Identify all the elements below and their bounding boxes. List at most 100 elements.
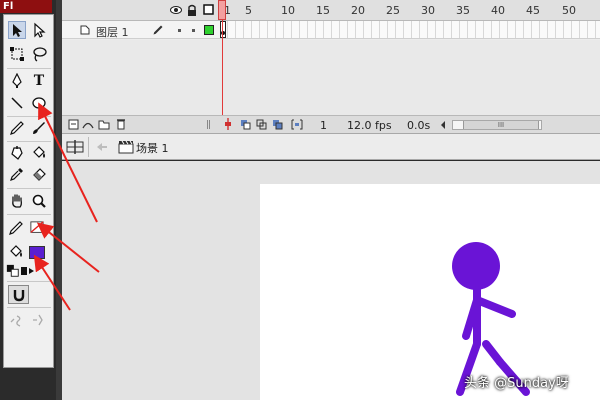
onion-skin-icon[interactable] <box>240 119 252 130</box>
frame-number: 25 <box>386 4 400 17</box>
fill-color-label <box>7 243 25 261</box>
frame-number: 30 <box>421 4 435 17</box>
scroll-left-icon[interactable] <box>440 121 446 129</box>
stage[interactable] <box>260 184 600 400</box>
layer-row[interactable]: 图层 1 <box>62 21 220 39</box>
timeline-empty-area[interactable] <box>62 40 600 115</box>
text-t-icon: T <box>33 73 45 89</box>
selection-tool[interactable] <box>8 21 26 39</box>
paint-bucket-tool[interactable] <box>30 144 48 162</box>
pencil-icon <box>9 221 23 235</box>
toolbox: T <box>3 14 54 368</box>
frame-number: 35 <box>456 4 470 17</box>
oval-icon <box>32 97 46 109</box>
edit-bar: 场景 1 <box>62 133 600 160</box>
swap-arrows-icon <box>21 267 34 275</box>
snap-to-objects-button[interactable] <box>8 285 29 304</box>
scrollbar-thumb[interactable]: III <box>463 121 539 129</box>
edit-multiple-frames-icon[interactable] <box>272 119 284 130</box>
fill-color-chip <box>29 245 45 259</box>
stroke-color-swatch[interactable] <box>27 219 47 237</box>
playhead[interactable] <box>218 0 226 20</box>
back-arrow-icon[interactable] <box>96 142 108 152</box>
current-frame: 1 <box>320 119 327 132</box>
figure-arm-right <box>473 296 516 318</box>
onion-outline-icon[interactable] <box>256 119 268 130</box>
arrow-cursor-icon <box>13 24 22 37</box>
stroke-color-label <box>7 219 25 237</box>
frame-number: 50 <box>562 4 576 17</box>
layer-page-icon <box>80 25 90 35</box>
hand-icon <box>12 194 22 208</box>
transform-icon <box>10 47 24 61</box>
straighten-icon <box>33 314 43 326</box>
divider <box>88 137 89 157</box>
motion-guide-icon[interactable] <box>82 119 94 130</box>
frame-rate[interactable]: 12.0 fps <box>347 119 392 132</box>
eraser-icon <box>33 168 46 181</box>
timeline-toggle-icon[interactable] <box>66 139 84 155</box>
oval-tool[interactable] <box>30 94 48 112</box>
lasso-tool[interactable] <box>30 45 48 63</box>
frame-number: 20 <box>351 4 365 17</box>
default-colors-button[interactable] <box>6 264 20 278</box>
pencil-tool[interactable] <box>8 119 26 137</box>
lasso-icon <box>33 47 47 62</box>
work-area[interactable] <box>62 161 600 400</box>
smooth-button[interactable] <box>7 311 27 329</box>
straighten-button[interactable] <box>29 311 49 329</box>
horizontal-scrollbar[interactable]: III <box>452 120 542 130</box>
brush-tool[interactable] <box>30 119 48 137</box>
frames-row[interactable] <box>220 21 600 39</box>
line-icon <box>11 97 23 109</box>
trash-icon[interactable] <box>116 118 126 130</box>
scene-name[interactable]: 场景 1 <box>136 140 169 156</box>
timeline-footer: 1 12.0 fps 0.0s III <box>62 115 600 133</box>
paint-bucket-icon <box>10 245 22 257</box>
hand-tool[interactable] <box>8 192 26 210</box>
frame-number: 5 <box>245 4 252 17</box>
no-color-swatch-icon <box>30 221 44 233</box>
magnet-icon <box>13 289 24 301</box>
watermark-text: 头条 @Sunday呀 <box>464 376 569 391</box>
scene-clapper-icon <box>118 140 134 154</box>
pen-tool[interactable] <box>8 72 26 90</box>
outline-square-icon[interactable] <box>203 4 214 15</box>
center-frame-icon[interactable] <box>224 118 232 130</box>
fill-color-swatch[interactable] <box>27 243 47 261</box>
pencil-icon <box>10 121 24 135</box>
text-tool[interactable]: T <box>30 72 48 90</box>
timeline-header: 1 5 10 15 20 25 30 35 40 45 50 <box>62 0 600 21</box>
magnifier-icon <box>32 194 46 208</box>
eraser-tool[interactable] <box>30 165 48 183</box>
bullet-dot <box>178 29 181 32</box>
ink-bottle-tool[interactable] <box>8 144 26 162</box>
eyedropper-tool[interactable] <box>8 165 26 183</box>
frame-number: 40 <box>491 4 505 17</box>
pencil-icon <box>153 25 163 35</box>
folder-icon[interactable] <box>98 119 110 130</box>
pen-nib-icon <box>12 73 22 88</box>
layer-name[interactable]: 图层 1 <box>96 24 129 40</box>
free-transform-tool[interactable] <box>8 45 26 63</box>
new-layer-icon[interactable] <box>68 119 79 130</box>
line-tool[interactable] <box>8 94 26 112</box>
subselection-tool[interactable] <box>30 21 48 39</box>
tools-panel: Fl T <box>0 0 56 400</box>
splitter-handle[interactable] <box>207 120 210 129</box>
modify-markers-icon[interactable] <box>291 119 303 130</box>
frame-number: 15 <box>316 4 330 17</box>
swap-colors-button[interactable] <box>20 264 36 278</box>
lock-icon[interactable] <box>187 4 197 16</box>
ink-bottle-icon <box>11 146 23 160</box>
paint-bucket-icon <box>33 146 45 158</box>
brush-icon <box>33 122 45 134</box>
keyframe-marker[interactable] <box>220 21 226 38</box>
zoom-tool[interactable] <box>30 192 48 210</box>
frame-number: 10 <box>281 4 295 17</box>
black-white-icon <box>6 264 19 277</box>
eye-icon[interactable] <box>170 5 182 15</box>
figure-head <box>452 242 500 290</box>
layer-color-square[interactable] <box>204 25 214 35</box>
timeline-panel: 1 5 10 15 20 25 30 35 40 45 50 图层 1 1 12… <box>62 0 600 133</box>
